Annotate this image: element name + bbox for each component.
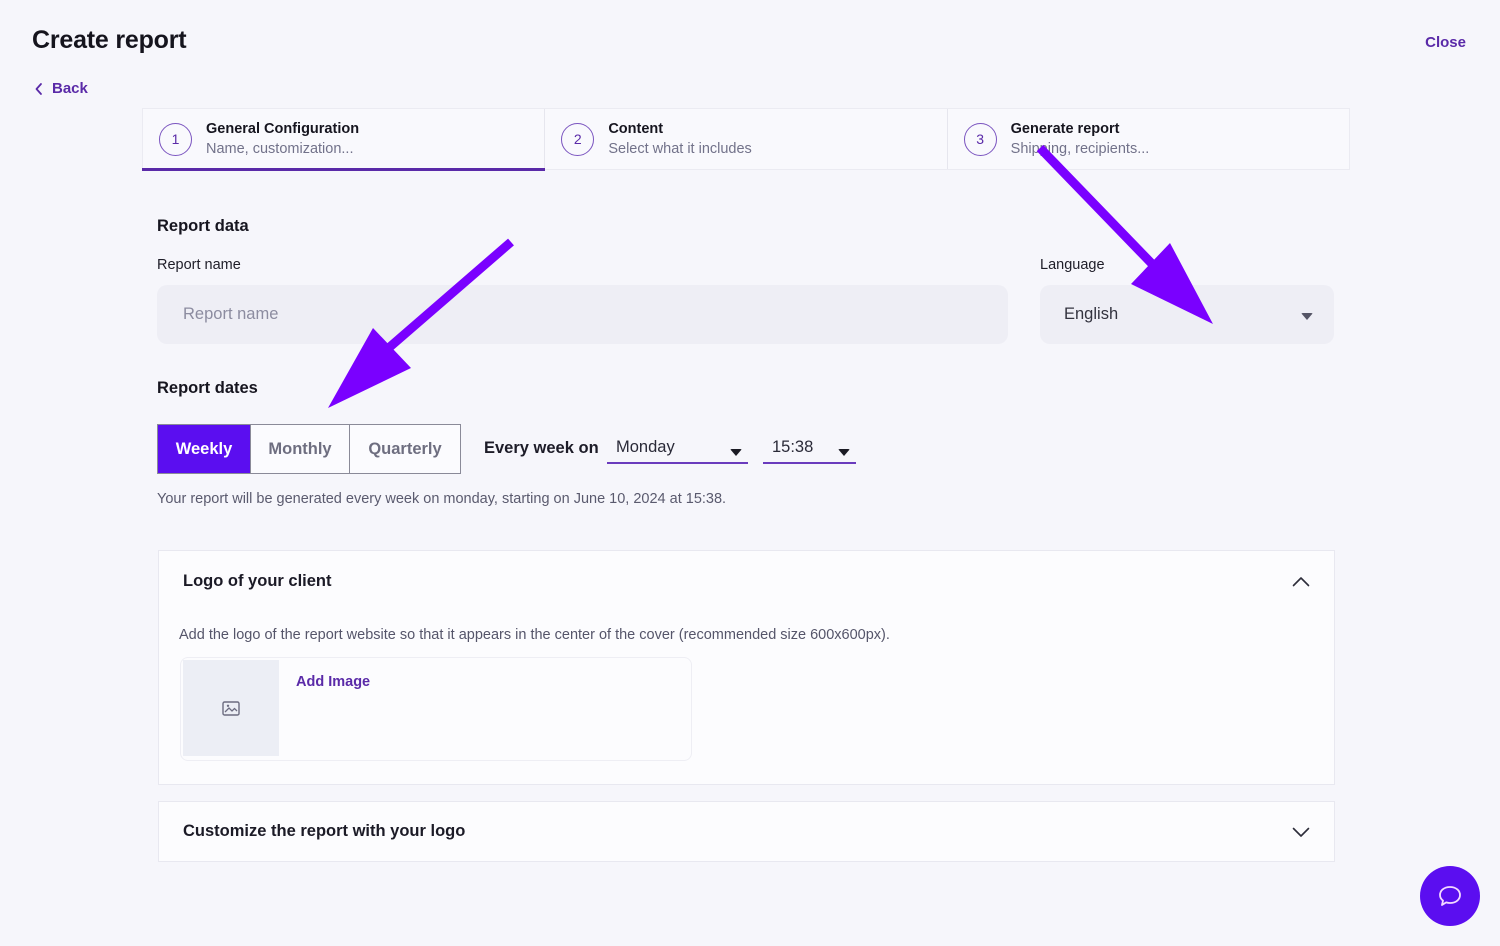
image-placeholder[interactable]: [183, 660, 279, 756]
chat-bubble-icon: [1439, 886, 1461, 906]
back-button[interactable]: Back: [34, 80, 88, 97]
step-subtitle: Select what it includes: [608, 141, 752, 157]
frequency-quarterly-button[interactable]: Quarterly: [350, 425, 460, 473]
step-subtitle: Name, customization...: [206, 141, 354, 157]
custom-logo-title[interactable]: Customize the report with your logo: [183, 822, 465, 841]
client-logo-title[interactable]: Logo of your client: [183, 572, 332, 591]
day-select[interactable]: Monday: [607, 432, 748, 464]
schedule-summary: Your report will be generated every week…: [157, 491, 727, 507]
image-icon: [222, 700, 240, 716]
caret-down-icon: [838, 449, 850, 456]
time-value: 15:38: [772, 437, 814, 456]
step-title: General Configuration: [206, 121, 360, 137]
page-title: Create report: [32, 26, 187, 54]
report-dates-heading: Report dates: [157, 379, 258, 397]
frequency-toggle: Weekly Monthly Quarterly: [157, 424, 461, 474]
every-week-label: Every week on: [484, 439, 599, 457]
language-label: Language: [1040, 257, 1105, 273]
back-label: Back: [52, 80, 88, 97]
caret-down-icon: [730, 449, 742, 456]
add-image-button[interactable]: Add Image: [296, 674, 370, 690]
language-value: English: [1064, 305, 1119, 323]
report-name-label: Report name: [157, 257, 241, 273]
step-number: 1: [159, 122, 192, 156]
custom-logo-panel[interactable]: Customize the report with your logo: [158, 801, 1335, 862]
step-title: Content: [608, 121, 664, 137]
time-select[interactable]: 15:38: [763, 432, 856, 464]
step-number: 3: [963, 122, 997, 156]
report-name-input[interactable]: [157, 285, 1008, 344]
step-subtitle: Shipping, recipients...: [1010, 141, 1150, 157]
step-general-configuration[interactable]: 1 General Configuration Name, customizat…: [141, 109, 546, 171]
frequency-monthly-button[interactable]: Monthly: [251, 425, 350, 473]
frequency-weekly-button[interactable]: Weekly: [158, 425, 251, 473]
language-select[interactable]: English: [1040, 285, 1334, 344]
step-content[interactable]: 2 Content Select what it includes: [545, 109, 948, 169]
chevron-down-icon[interactable]: [1292, 827, 1310, 838]
step-generate-report[interactable]: 3 Generate report Shipping, recipients..…: [948, 109, 1349, 169]
caret-down-icon: [1301, 313, 1313, 320]
chevron-left-icon: [35, 82, 42, 95]
chevron-up-icon[interactable]: [1292, 576, 1310, 587]
chat-button[interactable]: [1420, 866, 1480, 926]
day-value: Monday: [616, 437, 675, 456]
step-title: Generate report: [1010, 121, 1120, 137]
stepper: 1 General Configuration Name, customizat…: [141, 108, 1350, 171]
step-number: 2: [561, 122, 595, 156]
image-upload[interactable]: Add Image: [180, 657, 692, 761]
report-data-heading: Report data: [157, 217, 249, 235]
close-button[interactable]: Close: [1425, 34, 1466, 51]
client-logo-description: Add the logo of the report website so th…: [179, 627, 890, 643]
client-logo-panel: Logo of your client Add the logo of the …: [158, 550, 1335, 785]
